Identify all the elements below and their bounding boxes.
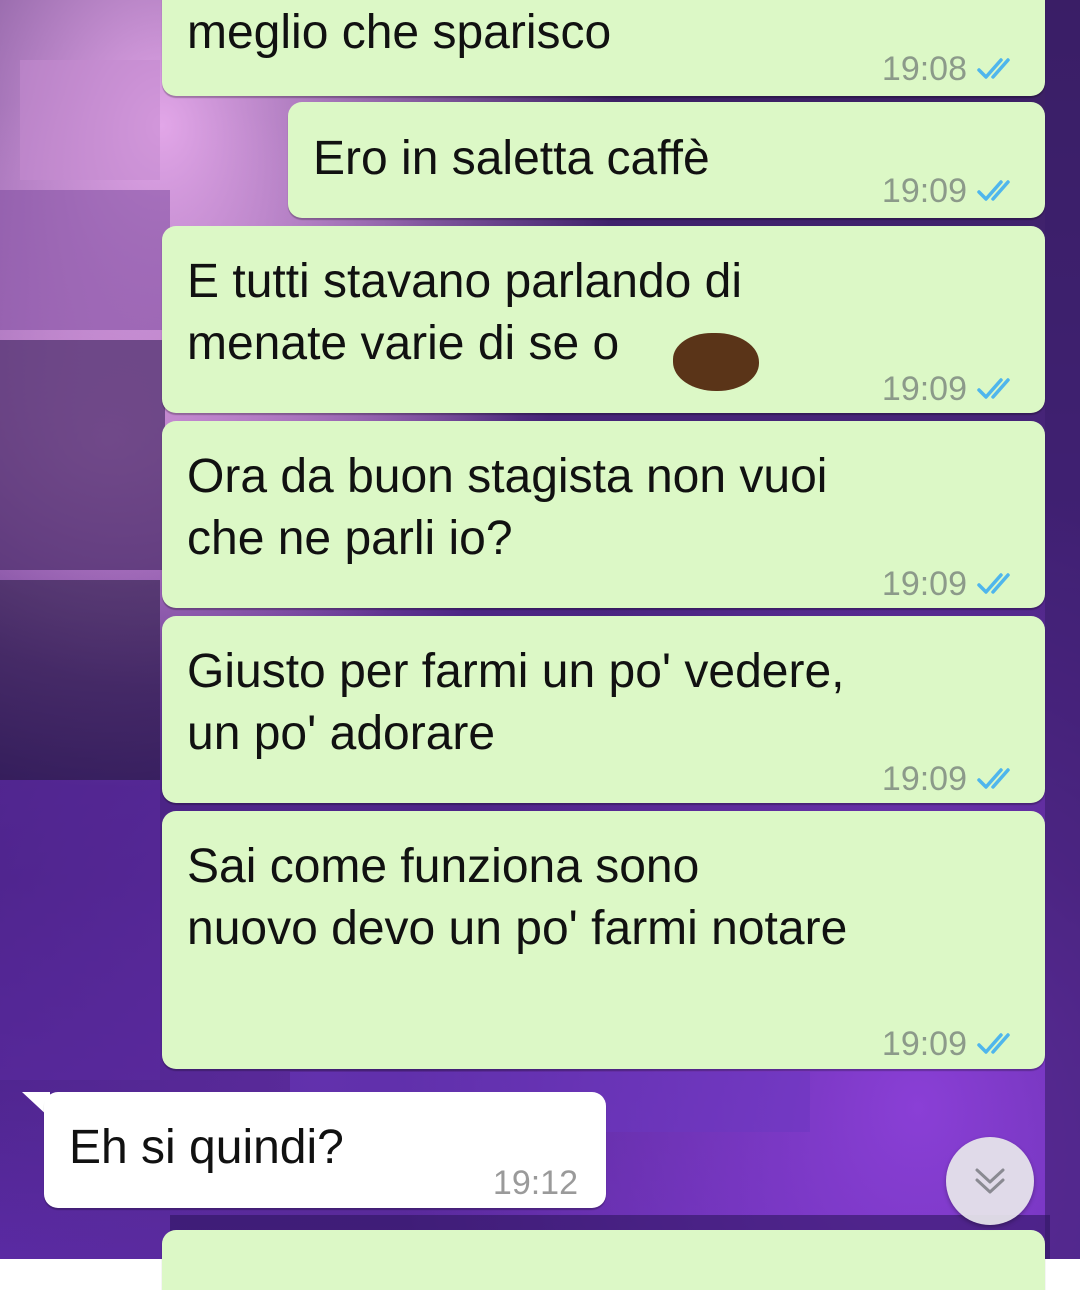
message-text: Eh si quindi? — [69, 1121, 344, 1174]
message-bubble-partial[interactable] — [162, 1230, 1045, 1290]
message-text: Ero in saletta caffè — [313, 132, 710, 185]
message-time: 19:09 — [881, 172, 967, 210]
message-text: Ora da buon stagista non vuoi che ne par… — [187, 450, 828, 565]
message-meta: 19:09 — [882, 160, 1021, 222]
message-bubble[interactable]: Ero in saletta caffè 19:09 — [288, 102, 1045, 218]
message-text: E tutti stavano parlando di menate varie… — [187, 255, 743, 370]
message-time: 19:08 — [881, 50, 967, 88]
double-check-icon — [977, 58, 1010, 79]
message-meta: 19:09 — [882, 1013, 1021, 1075]
message-meta: 19:09 — [882, 748, 1021, 810]
double-check-icon — [977, 768, 1010, 789]
message-text: Giusto per farmi un po' vedere, un po' a… — [187, 645, 845, 760]
message-time: 19:12 — [492, 1164, 578, 1202]
message-time: 19:09 — [881, 1025, 967, 1063]
message-meta: 19:09 — [882, 358, 1021, 420]
double-check-icon — [977, 378, 1010, 399]
message-time: 19:09 — [881, 565, 967, 603]
message-time: 19:09 — [881, 760, 967, 798]
double-chevron-down-icon — [975, 1168, 1005, 1194]
message-bubble[interactable]: E tutti stavano parlando di menate varie… — [162, 226, 1045, 413]
double-check-icon — [977, 1033, 1010, 1054]
double-check-icon — [977, 180, 1010, 201]
message-time: 19:09 — [881, 370, 967, 408]
redaction-mark — [673, 333, 759, 391]
message-bubble[interactable]: Giusto per farmi un po' vedere, un po' a… — [162, 616, 1045, 803]
message-bubble[interactable]: meglio che sparisco 19:08 — [162, 0, 1045, 96]
message-meta: 19:12 — [493, 1152, 578, 1214]
scroll-to-bottom-button[interactable] — [946, 1137, 1034, 1225]
message-meta: 19:09 — [882, 553, 1021, 615]
double-check-icon — [977, 573, 1010, 594]
message-meta: 19:08 — [882, 38, 1021, 100]
message-text: meglio che sparisco — [187, 6, 612, 59]
message-bubble-incoming[interactable]: Eh si quindi? 19:12 — [44, 1092, 606, 1208]
message-bubble[interactable]: Sai come funziona sono nuovo devo un po'… — [162, 811, 1045, 1069]
message-text: Sai come funziona sono nuovo devo un po'… — [187, 840, 848, 955]
message-bubble[interactable]: Ora da buon stagista non vuoi che ne par… — [162, 421, 1045, 608]
